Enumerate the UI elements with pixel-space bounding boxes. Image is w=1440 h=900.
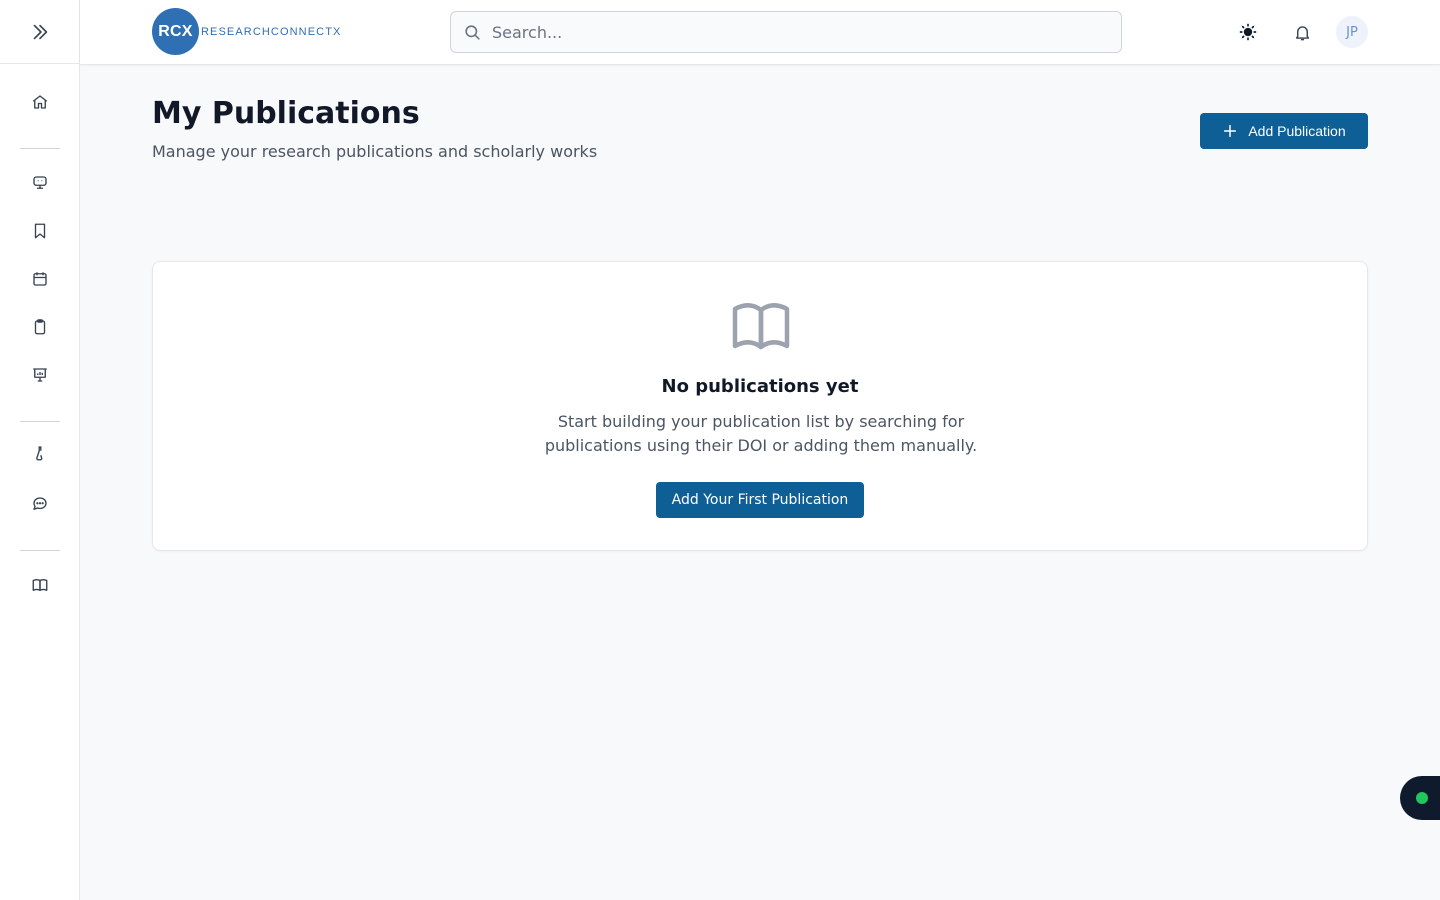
user-avatar[interactable]: JP <box>1336 16 1368 48</box>
sidebar <box>0 0 80 900</box>
sidebar-item-lab[interactable] <box>20 433 60 473</box>
add-publication-button[interactable]: Add Publication <box>1200 113 1368 149</box>
theme-toggle-button[interactable] <box>1232 16 1264 48</box>
top-header: RCX RESEARCHCONNECTX JP <box>80 0 1440 65</box>
presentation-icon <box>33 368 47 382</box>
bookmark-icon <box>34 223 46 239</box>
book-icon <box>32 578 48 591</box>
sidebar-item-presentations[interactable] <box>20 355 60 395</box>
notifications-button[interactable] <box>1286 16 1318 48</box>
empty-state-text: Start building your publication list by … <box>544 412 978 455</box>
add-first-publication-button[interactable]: Add Your First Publication <box>656 482 864 518</box>
status-indicator <box>1416 792 1428 804</box>
logo-text: RESEARCHCONNECTX <box>201 25 342 38</box>
logo-mark: RCX <box>152 8 199 55</box>
book-open-icon <box>732 303 790 350</box>
clipboard-icon <box>34 319 46 335</box>
search-icon <box>465 24 480 40</box>
sidebar-divider <box>20 550 60 551</box>
page-title: My Publications <box>152 96 420 131</box>
plus-icon <box>1224 124 1237 138</box>
flask-icon <box>36 446 43 461</box>
sidebar-item-calendar[interactable] <box>20 259 60 299</box>
status-widget[interactable] <box>1400 776 1440 820</box>
search-box <box>450 11 1122 53</box>
sidebar-item-publications[interactable] <box>20 565 60 605</box>
sidebar-item-dashboard[interactable] <box>20 163 60 203</box>
logo[interactable]: RCX RESEARCHCONNECTX <box>152 8 341 55</box>
chat-icon <box>33 497 47 510</box>
sidebar-divider <box>20 148 60 149</box>
sun-icon <box>1239 23 1257 41</box>
monitor-icon <box>33 176 47 189</box>
empty-state-title: No publications yet <box>661 376 859 397</box>
sidebar-divider <box>20 421 60 422</box>
page-subtitle: Manage your research publications and sc… <box>152 142 598 161</box>
chevrons-right-icon <box>33 24 47 39</box>
sidebar-item-clipboard[interactable] <box>20 307 60 347</box>
add-publication-label: Add Publication <box>1248 123 1346 139</box>
empty-state-card: No publications yet Start building your … <box>152 261 1368 551</box>
bell-icon <box>1295 25 1309 40</box>
sidebar-item-home[interactable] <box>20 82 60 122</box>
sidebar-expand-button[interactable] <box>0 0 79 64</box>
sidebar-item-messages[interactable] <box>20 484 60 524</box>
calendar-icon <box>33 272 47 286</box>
search-input[interactable] <box>492 22 1092 42</box>
sidebar-item-bookmarks[interactable] <box>20 211 60 251</box>
home-icon <box>32 95 48 109</box>
